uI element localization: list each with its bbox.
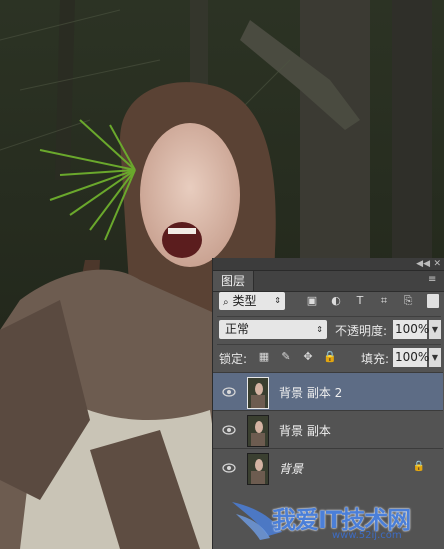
filter-toggle-icon[interactable] — [427, 294, 439, 308]
layer-thumbnail — [247, 377, 269, 409]
panel-header-strip: ◀◀ ✕ — [213, 258, 444, 271]
layer-thumbnail — [247, 453, 269, 485]
lock-transparency-icon[interactable]: ▦ — [257, 350, 271, 364]
collapse-icon[interactable]: ◀◀ — [416, 258, 430, 270]
divider — [217, 344, 441, 345]
type-filter-icon[interactable]: T — [353, 294, 367, 308]
blend-mode-select[interactable]: 正常 ⇕ — [219, 320, 327, 339]
layer-row[interactable]: 背景 副本 2 — [213, 372, 443, 411]
layer-row[interactable]: 背景 🔒 — [213, 448, 443, 487]
chevron-updown-icon: ⇕ — [316, 325, 323, 334]
panel-menu-icon[interactable]: ≡ — [428, 273, 440, 287]
visibility-eye-icon[interactable] — [221, 385, 237, 399]
fill-label: 填充: — [361, 352, 390, 366]
opacity-label: 不透明度: — [335, 324, 388, 338]
search-icon: ⌕ — [223, 297, 229, 308]
visibility-eye-icon[interactable] — [221, 461, 237, 475]
fill-field[interactable]: 100% — [393, 348, 429, 367]
layer-name[interactable]: 背景 副本 — [279, 422, 331, 439]
divider — [217, 316, 441, 317]
lock-pixels-icon[interactable]: ✎ — [279, 350, 293, 364]
watermark: 我爱IT技术网 www.52ij.com — [230, 496, 440, 546]
blend-row: 正常 ⇕ 不透明度: 100% ▼ — [213, 320, 444, 342]
layer-filter-row: ⌕ 类型 ⇕ ▣ ◐ T ⌗ ⎘ — [213, 292, 444, 314]
filter-kind-select[interactable]: ⌕ 类型 ⇕ — [219, 292, 285, 310]
chevron-updown-icon: ⇕ — [274, 296, 281, 305]
layer-name[interactable]: 背景 副本 2 — [279, 384, 342, 401]
blend-mode-value: 正常 — [225, 322, 250, 336]
opacity-dropdown-icon[interactable]: ▼ — [429, 320, 441, 339]
layer-thumbnail — [247, 415, 269, 447]
image-filter-icon[interactable]: ▣ — [305, 294, 319, 308]
visibility-eye-icon[interactable] — [221, 423, 237, 437]
tab-layers[interactable]: 图层 — [213, 271, 255, 291]
lock-position-icon[interactable]: ✥ — [301, 350, 315, 364]
lock-icon[interactable]: 🔒 — [413, 461, 425, 472]
watermark-url: www.52ij.com — [332, 530, 402, 541]
layer-name[interactable]: 背景 — [279, 460, 303, 477]
filter-kind-label: 类型 — [232, 294, 257, 308]
lock-label: 锁定: — [219, 352, 248, 366]
lock-all-icon[interactable]: 🔒 — [323, 350, 337, 364]
layer-row[interactable]: 背景 副本 — [213, 410, 443, 449]
lock-row: 锁定: ▦ ✎ ✥ 🔒 填充: 100% ▼ — [213, 348, 444, 370]
opacity-field[interactable]: 100% — [393, 320, 429, 339]
panel-tabbar: 图层 ≡ — [213, 271, 444, 292]
close-icon[interactable]: ✕ — [433, 258, 441, 270]
fill-dropdown-icon[interactable]: ▼ — [429, 348, 441, 367]
smart-object-filter-icon[interactable]: ⎘ — [401, 294, 415, 308]
adjustment-filter-icon[interactable]: ◐ — [329, 294, 343, 308]
shape-filter-icon[interactable]: ⌗ — [377, 294, 391, 308]
